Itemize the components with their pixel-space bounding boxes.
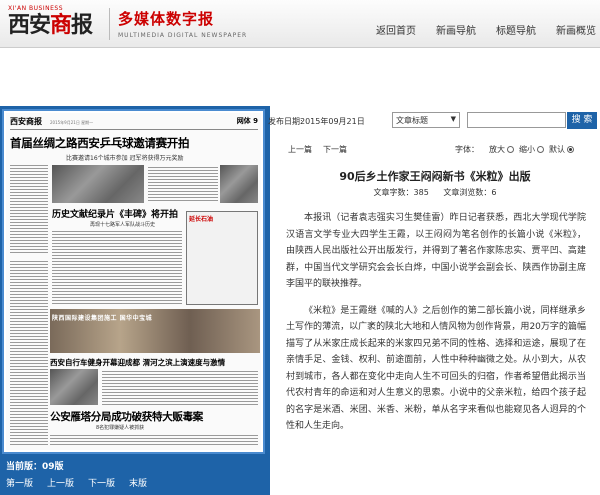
text-column	[102, 369, 258, 405]
nav-page-nav-link[interactable]: 新画导航	[436, 22, 476, 37]
page-subheadline: 再现十七路军人军队战斗历史	[90, 222, 156, 228]
last-page-button[interactable]: 末版	[129, 476, 147, 489]
header-divider	[109, 8, 110, 40]
font-size-control: 字体： 放大 缩小 默认	[455, 144, 579, 155]
font-default-option[interactable]: 默认	[549, 144, 574, 155]
article-body: 本报讯（记者袁志强实习生樊佳雷）昨日记者获悉，西北大学现代学院汉语言文学专业大四…	[286, 210, 586, 445]
site-header: XI'AN BUSINESS 西安商报 多媒体数字报 MULTIMEDIA DI…	[0, 0, 600, 48]
pubdate-value: 2015年09月21日	[300, 117, 365, 126]
text-column	[50, 433, 258, 447]
radio-icon[interactable]	[507, 146, 514, 153]
radio-icon[interactable]	[567, 146, 574, 153]
chevron-down-icon: ▼	[450, 115, 456, 123]
text-column	[148, 165, 218, 203]
top-navigation: 返回首页 新画导航 标题导航 新画概览	[356, 22, 596, 37]
radio-icon[interactable]	[537, 146, 544, 153]
nav-overview-link[interactable]: 新画概览	[556, 22, 596, 37]
current-page-indicator: 当前版：09版	[6, 462, 64, 472]
article-paragraph: 本报讯（记者袁志强实习生樊佳雷）昨日记者获悉，西北大学现代学院汉语言文学专业大四…	[286, 213, 586, 289]
photo	[52, 165, 144, 203]
page-article-hotspot[interactable]: 公安雁塔分局成功破获特大贩毒案	[50, 409, 203, 424]
page-subheadline: 8名犯罪嫌疑人被抓获	[96, 425, 145, 431]
article-paragraph: 《米粒》是王霞继《喊的人》之后创作的第二部长篇小说，同样继承乡土写作的薄流，以广…	[286, 305, 586, 432]
font-enlarge-option[interactable]: 放大	[489, 144, 514, 155]
text-column	[10, 259, 48, 445]
page-article-hotspot[interactable]: 首届丝绸之路西安乒乓球邀请赛开拍	[10, 135, 190, 151]
newspaper-page-image[interactable]: 西安商报 2015年9月21日 星期一 网体 9 首届丝绸之路西安乒乓球邀请赛开…	[6, 113, 261, 450]
brand-block: 多媒体数字报 MULTIMEDIA DIGITAL NEWSPAPER	[118, 8, 247, 39]
prev-article-link[interactable]: 上一篇	[288, 144, 312, 155]
logo-tagline: XI'AN BUSINESS	[8, 5, 64, 12]
nav-title-nav-link[interactable]: 标题导航	[496, 22, 536, 37]
search-field-select[interactable]: 文章标题 ▼	[392, 112, 460, 128]
brand-title: 多媒体数字报	[118, 10, 215, 28]
search-input[interactable]	[467, 112, 566, 128]
photo	[50, 369, 98, 405]
search-toolbar: 发布日期: 2015年09月21日 文章标题 ▼ 搜 索	[268, 112, 600, 132]
article-meta: 文章字数：385 文章浏览数：6	[270, 187, 600, 198]
text-column	[10, 163, 48, 255]
font-shrink-option[interactable]: 缩小	[519, 144, 544, 155]
logo-text: 西安商报	[8, 12, 93, 38]
next-page-button[interactable]: 下一版	[88, 476, 115, 489]
article-title: 90后乡土作家王闷闷新书《米粒》出版	[339, 170, 531, 183]
next-article-link[interactable]: 下一篇	[323, 144, 347, 155]
page-pager: 第一版 上一版 下一版 末版	[6, 476, 161, 489]
article-char-count: 文章字数：385	[373, 188, 429, 197]
newspaper-logo[interactable]: XI'AN BUSINESS 西安商报	[8, 5, 108, 43]
pubdate-label: 发布日期:	[268, 117, 303, 126]
photo	[220, 165, 258, 203]
font-size-label: 字体：	[455, 145, 479, 154]
brand-subtitle: MULTIMEDIA DIGITAL NEWSPAPER	[118, 32, 248, 39]
article-read-count: 文章浏览数：6	[443, 188, 497, 197]
banner-text: 陕西国际建设集团施工 国华中宝城	[52, 315, 153, 322]
nav-home-link[interactable]: 返回首页	[376, 22, 416, 37]
page-masthead: 西安商报 2015年9月21日 星期一 网体 9	[10, 116, 258, 130]
search-button[interactable]: 搜 索	[567, 112, 597, 129]
ad-box: 延长石油	[186, 211, 258, 305]
text-column	[52, 229, 182, 305]
prev-page-button[interactable]: 上一版	[47, 476, 74, 489]
first-page-button[interactable]: 第一版	[6, 476, 33, 489]
page-article-hotspot[interactable]: 西安自行车健身开幕迎成都 渭河之滨上演速度与激情	[50, 357, 225, 368]
page-article-hotspot[interactable]: 历史文献纪录片《丰碑》将开拍	[52, 207, 178, 220]
page-preview-frame[interactable]: 西安商报 2015年9月21日 星期一 网体 9 首届丝绸之路西安乒乓球邀请赛开…	[2, 109, 265, 454]
page-subheadline: 比赛邀请16个城市参加 冠军将获得万元奖励	[66, 155, 184, 162]
article-navbar: 上一篇 下一篇 字体： 放大 缩小 默认	[270, 142, 600, 156]
